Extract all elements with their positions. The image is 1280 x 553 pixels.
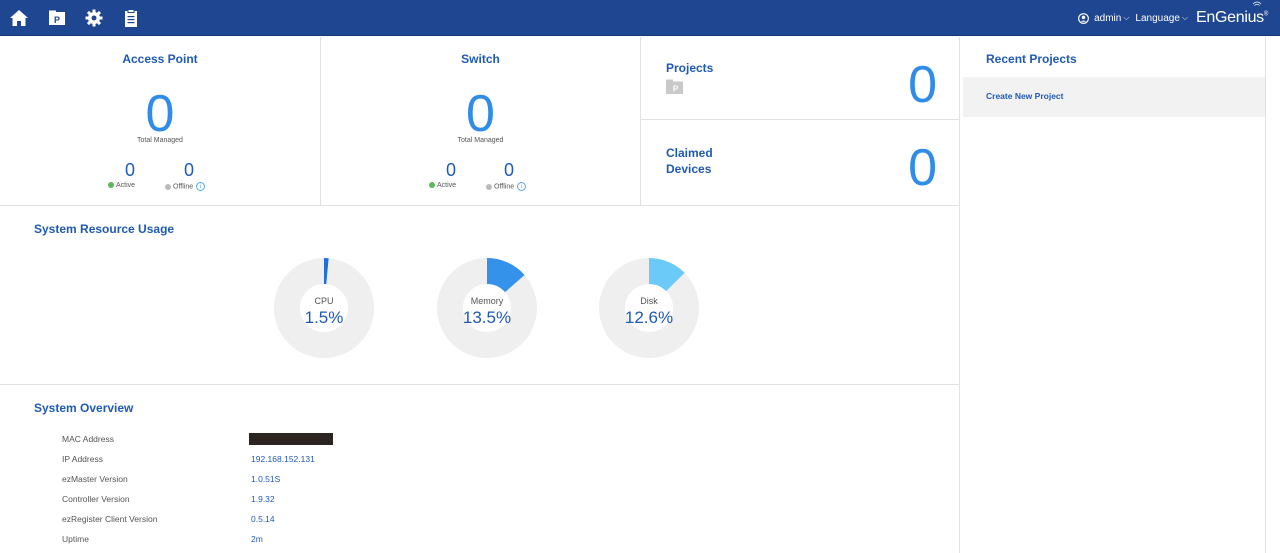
info-icon[interactable]: i bbox=[196, 182, 206, 191]
claimed-devices-card[interactable]: Claimed Devices 0 bbox=[641, 120, 960, 206]
projects-icon[interactable]: P bbox=[47, 8, 67, 28]
uptime-value: 2m bbox=[251, 534, 263, 544]
claimed-devices-title: Claimed Devices bbox=[666, 146, 713, 176]
access-point-offline-label: Offline i bbox=[165, 182, 206, 191]
top-navigation-bar: P admin ⌵ Language ⌵ EnGenius® bbox=[0, 0, 1280, 36]
offline-status-dot bbox=[486, 183, 492, 190]
mac-address-label: MAC Address bbox=[62, 434, 114, 444]
resource-usage-title: System Resource Usage bbox=[34, 222, 175, 236]
cpu-label: CPU bbox=[314, 296, 334, 306]
claimed-devices-count: 0 bbox=[908, 139, 937, 197]
disk-value: 12.6% bbox=[624, 308, 674, 327]
cpu-value: 1.5% bbox=[304, 308, 344, 327]
access-point-offline-count: 0 bbox=[183, 160, 194, 180]
engenius-logo: EnGenius® bbox=[1196, 1, 1268, 27]
offline-status-dot bbox=[165, 183, 171, 190]
ip-address-value: 192.168.152.131 bbox=[251, 454, 315, 464]
projects-card[interactable]: Projects P 0 bbox=[641, 37, 960, 120]
create-new-project-link[interactable]: Create New Project bbox=[986, 91, 1063, 101]
access-point-title: Access Point bbox=[122, 52, 198, 66]
disk-usage-gauge: Disk 12.6% bbox=[599, 258, 699, 358]
info-icon[interactable]: i bbox=[517, 182, 527, 191]
projects-title: Projects bbox=[666, 61, 714, 75]
switch-title: Switch bbox=[461, 52, 500, 66]
registered-mark: ® bbox=[1263, 11, 1268, 18]
controller-version-label: Controller Version bbox=[62, 494, 130, 504]
chevron-down-icon: ⌵ bbox=[1181, 13, 1188, 22]
dashboard-main: Access Point 0 Total Managed 0 Active 0 … bbox=[0, 37, 960, 553]
ezregister-version-label: ezRegister Client Version bbox=[62, 514, 158, 524]
switch-active-label: Active bbox=[429, 182, 456, 189]
ezmaster-version-value: 1.0.51S bbox=[251, 474, 281, 484]
mac-address-redacted bbox=[249, 433, 333, 445]
svg-text:P: P bbox=[54, 15, 60, 25]
user-name: admin bbox=[1094, 12, 1122, 24]
memory-label: Memory bbox=[470, 296, 504, 306]
uptime-label: Uptime bbox=[62, 534, 89, 544]
active-status-dot bbox=[429, 182, 435, 189]
access-point-total: 0 bbox=[145, 85, 175, 143]
page-scrollbar[interactable] bbox=[1266, 37, 1280, 553]
language-label: Language bbox=[1135, 12, 1180, 24]
switch-offline-label: Offline i bbox=[486, 182, 527, 191]
controller-version-value: 1.9.32 bbox=[251, 494, 275, 504]
user-icon bbox=[1078, 12, 1090, 24]
switch-active-count: 0 bbox=[445, 160, 456, 180]
switch-total: 0 bbox=[466, 85, 495, 143]
memory-value: 13.5% bbox=[462, 308, 512, 327]
user-menu[interactable]: admin ⌵ bbox=[1078, 13, 1129, 24]
access-point-active-count: 0 bbox=[124, 160, 135, 180]
disk-label: Disk bbox=[640, 296, 658, 306]
memory-usage-gauge: Memory 13.5% bbox=[437, 258, 537, 358]
switch-offline-count: 0 bbox=[503, 160, 514, 180]
system-overview-panel: System Overview MAC Address IP Address 1… bbox=[0, 385, 960, 553]
access-point-active-label: Active bbox=[108, 182, 135, 189]
system-overview-title: System Overview bbox=[34, 401, 134, 415]
ip-address-label: IP Address bbox=[62, 454, 103, 464]
switch-total-label: Total Managed bbox=[457, 137, 504, 144]
brand-name: EnGenius bbox=[1196, 9, 1264, 26]
chevron-down-icon: ⌵ bbox=[1123, 13, 1130, 22]
recent-projects-title: Recent Projects bbox=[986, 52, 1077, 66]
ezmaster-version-label: ezMaster Version bbox=[62, 474, 128, 484]
ezregister-version-value: 0.5.14 bbox=[251, 514, 275, 524]
folder-icon: P bbox=[666, 79, 683, 94]
svg-text:P: P bbox=[673, 85, 679, 94]
home-icon[interactable] bbox=[9, 8, 29, 28]
access-point-card[interactable]: Access Point 0 Total Managed 0 Active 0 … bbox=[0, 37, 321, 206]
switch-card[interactable]: Switch 0 Total Managed 0 Active 0 Offlin… bbox=[321, 37, 641, 206]
recent-projects-panel: Recent Projects Create New Project bbox=[960, 37, 1266, 553]
language-menu[interactable]: Language ⌵ bbox=[1135, 13, 1188, 24]
gear-icon[interactable] bbox=[84, 8, 104, 28]
wifi-icon bbox=[1252, 1, 1262, 10]
clipboard-icon[interactable] bbox=[121, 8, 141, 28]
projects-count: 0 bbox=[908, 56, 937, 114]
access-point-total-label: Total Managed bbox=[137, 137, 183, 144]
cpu-usage-gauge: CPU 1.5% bbox=[274, 258, 374, 358]
active-status-dot bbox=[108, 182, 114, 189]
system-resource-usage-panel: System Resource Usage CPU 1.5% Memory 13… bbox=[0, 206, 960, 385]
create-new-project-row[interactable]: Create New Project bbox=[963, 77, 1265, 117]
